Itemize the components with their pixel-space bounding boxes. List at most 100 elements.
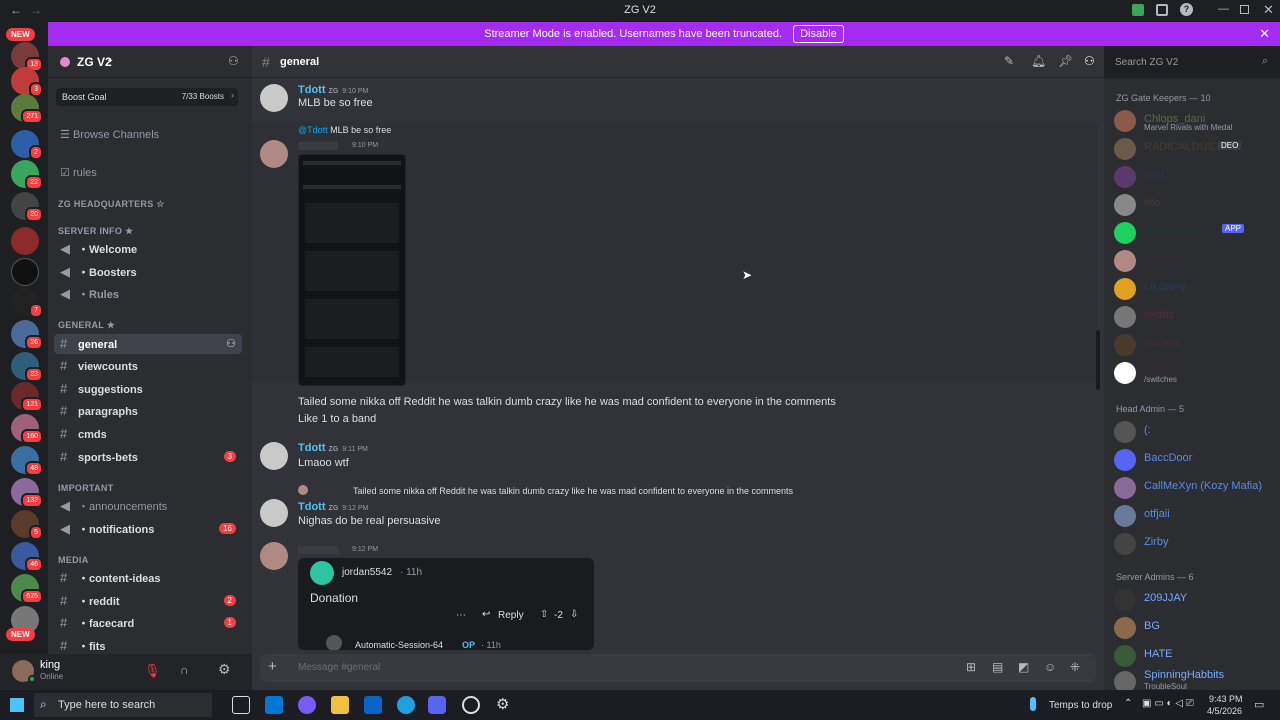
channel-facecard[interactable]: # ・facecard 1 bbox=[54, 613, 242, 633]
maximize-icon[interactable] bbox=[1240, 5, 1249, 14]
server-icon[interactable]: 2 bbox=[11, 130, 43, 160]
task-view-icon[interactable] bbox=[232, 696, 250, 714]
channel-suggestions[interactable]: # suggestions bbox=[54, 379, 242, 399]
reply-reference[interactable]: Tailed some nikka off Reddit he was talk… bbox=[353, 486, 793, 496]
channel-reddit[interactable]: # ・reddit 2 bbox=[54, 591, 242, 611]
server-icon[interactable]: 121 bbox=[11, 382, 43, 412]
member-item[interactable]: CallMeXyn (Kozy Mafia) bbox=[1114, 475, 1274, 499]
member-item[interactable]: HATE bbox=[1114, 643, 1274, 667]
member-item[interactable]: lovesmp bbox=[1114, 248, 1274, 272]
avatar[interactable] bbox=[260, 542, 288, 570]
channel-content-ideas[interactable]: # ・content-ideas bbox=[54, 568, 242, 588]
channel-welcome[interactable]: ◀ ・Welcome bbox=[54, 239, 242, 259]
clock-time[interactable]: 9:43 PM bbox=[1209, 694, 1243, 704]
server-icon[interactable]: 5 bbox=[11, 510, 43, 540]
channel-rules[interactable]: ◀ ・Rules bbox=[54, 284, 242, 304]
screenshot-attachment[interactable] bbox=[298, 154, 406, 386]
server-icon[interactable]: 271 bbox=[11, 94, 43, 124]
tray-overflow-icon[interactable]: ⌃ bbox=[1124, 698, 1132, 709]
discord-icon[interactable] bbox=[428, 696, 446, 714]
member-item[interactable]: RADICALDUST DEO bbox=[1114, 136, 1274, 160]
settings-gear-icon[interactable]: ⚙ bbox=[218, 661, 231, 678]
new-pill[interactable]: NEW bbox=[6, 28, 35, 41]
member-item[interactable]: ilent bbox=[1114, 164, 1274, 188]
file-explorer-icon[interactable] bbox=[331, 696, 349, 714]
store-icon[interactable] bbox=[265, 696, 283, 714]
channel-cmds[interactable]: # cmds bbox=[54, 424, 242, 444]
windows-start-icon[interactable] bbox=[10, 698, 24, 712]
inbox-icon[interactable] bbox=[1156, 4, 1168, 16]
invite-icon[interactable]: ⚇ bbox=[228, 54, 239, 68]
reddit-embed[interactable]: jordan5542 · 11h Donation ⋯ ↩ Reply ⇧ -2… bbox=[298, 558, 594, 650]
browse-channels[interactable]: ☰ Browse Channels bbox=[60, 128, 159, 141]
tray-icons[interactable]: ▣ ▭ ◐ ◁ ⎚ bbox=[1142, 698, 1194, 709]
category-server-info[interactable]: SERVER INFO ★ bbox=[58, 226, 133, 237]
guild-header[interactable]: ZG V2 ⌄ ⚇ bbox=[48, 46, 252, 78]
new-pill[interactable]: NEW bbox=[6, 628, 35, 641]
server-icon[interactable] bbox=[11, 258, 39, 286]
server-icon[interactable]: 625 bbox=[11, 574, 43, 604]
bell-icon[interactable]: 🔔︎ bbox=[1031, 54, 1046, 68]
notifications-icon[interactable]: ▭ bbox=[1254, 698, 1264, 711]
server-icon[interactable]: 26 bbox=[11, 320, 43, 350]
avatar[interactable] bbox=[260, 499, 288, 527]
member-item[interactable]: Zirby bbox=[1114, 531, 1274, 555]
edge-icon[interactable] bbox=[397, 696, 415, 714]
copilot-icon[interactable] bbox=[298, 696, 316, 714]
server-icon[interactable] bbox=[11, 227, 39, 255]
member-item[interactable]: Chlops_dani Marvel Rivals with Medal bbox=[1114, 108, 1274, 132]
scrollbar[interactable] bbox=[1096, 330, 1100, 390]
member-item[interactable]: BG bbox=[1114, 615, 1274, 639]
channel-general[interactable]: # general ⚇ bbox=[54, 334, 242, 354]
taskbar-search[interactable]: ⌕ Type here to search bbox=[34, 693, 212, 717]
member-item[interactable]: LILSlimy bbox=[1114, 276, 1274, 300]
message-composer[interactable]: + Message #general ⊞ ▤ ◩ ☺ ⁜ bbox=[260, 654, 1096, 682]
server-icon[interactable]: 23 bbox=[11, 352, 43, 382]
channel-sports-bets[interactable]: # sports-bets 3 bbox=[54, 447, 242, 467]
member-item[interactable]: Slaughr/switches bbox=[1114, 360, 1274, 384]
member-item[interactable]: otfjaii bbox=[1114, 503, 1274, 527]
category-important[interactable]: IMPORTANT bbox=[58, 483, 114, 493]
member-list-icon[interactable]: ⚇ bbox=[1084, 54, 1095, 68]
help-icon[interactable]: ? bbox=[1180, 3, 1193, 16]
avatar[interactable] bbox=[260, 84, 288, 112]
mute-mic-icon[interactable]: 🎙︎ bbox=[144, 663, 161, 679]
update-icon[interactable] bbox=[1132, 4, 1144, 16]
close-window-icon[interactable]: ✕ bbox=[1263, 2, 1274, 18]
category-hq[interactable]: ZG HEADQUARTERS ☆ bbox=[58, 199, 165, 210]
threads-icon[interactable]: ✎ bbox=[1004, 54, 1014, 68]
add-member-icon[interactable]: ⚇ bbox=[226, 334, 236, 354]
channel-notifications[interactable]: ◀ ・notifications 16 bbox=[54, 519, 242, 539]
server-icon[interactable]: 3 bbox=[11, 67, 43, 97]
settings-gear-icon[interactable]: ⚙ bbox=[496, 695, 509, 713]
member-item[interactable]: 209JJAY bbox=[1114, 587, 1274, 611]
channel-announcements[interactable]: ◀ ・announcements bbox=[54, 496, 242, 516]
clock-date[interactable]: 4/5/2026 bbox=[1207, 706, 1242, 716]
rules-channel[interactable]: ☑ rules bbox=[60, 166, 97, 179]
server-icon[interactable]: 132 bbox=[11, 478, 43, 508]
server-icon[interactable]: 13 bbox=[11, 42, 43, 72]
channel-viewcounts[interactable]: # viewcounts bbox=[54, 356, 242, 376]
member-item[interactable]: Jack Revers APP bbox=[1114, 220, 1274, 244]
minimize-icon[interactable]: — bbox=[1218, 3, 1229, 15]
weather-text[interactable]: Temps to drop bbox=[1049, 700, 1112, 711]
member-item[interactable]: kilo bbox=[1114, 192, 1274, 216]
channel-fits[interactable]: # ・fits bbox=[54, 636, 242, 650]
sticker-icon[interactable]: ◩ bbox=[1018, 660, 1029, 674]
server-icon[interactable]: 48 bbox=[11, 446, 43, 476]
apps-icon[interactable]: ⁜ bbox=[1070, 660, 1080, 674]
category-media[interactable]: MEDIA bbox=[58, 555, 89, 565]
channel-paragraphs[interactable]: # paragraphs bbox=[54, 401, 242, 421]
boost-goal-bar[interactable]: Boost Goal 7/33 Boosts › bbox=[56, 88, 238, 106]
reply-icon[interactable]: ↩ bbox=[482, 609, 490, 620]
close-banner-icon[interactable]: ✕ bbox=[1259, 22, 1270, 46]
emoji-icon[interactable]: ☺ bbox=[1044, 660, 1056, 674]
member-item[interactable]: rejabs bbox=[1114, 304, 1274, 328]
downvote-icon[interactable]: ⇩ bbox=[570, 609, 578, 620]
server-icon[interactable]: 46 bbox=[11, 542, 43, 572]
message-author[interactable]: Tdott ZG 9:12 PM bbox=[298, 501, 368, 513]
member-item[interactable]: Ruined bbox=[1114, 332, 1274, 356]
server-icon[interactable]: 160 bbox=[11, 414, 43, 444]
avatar[interactable] bbox=[260, 442, 288, 470]
channel-boosters[interactable]: ◀ ・Boosters bbox=[54, 262, 242, 282]
